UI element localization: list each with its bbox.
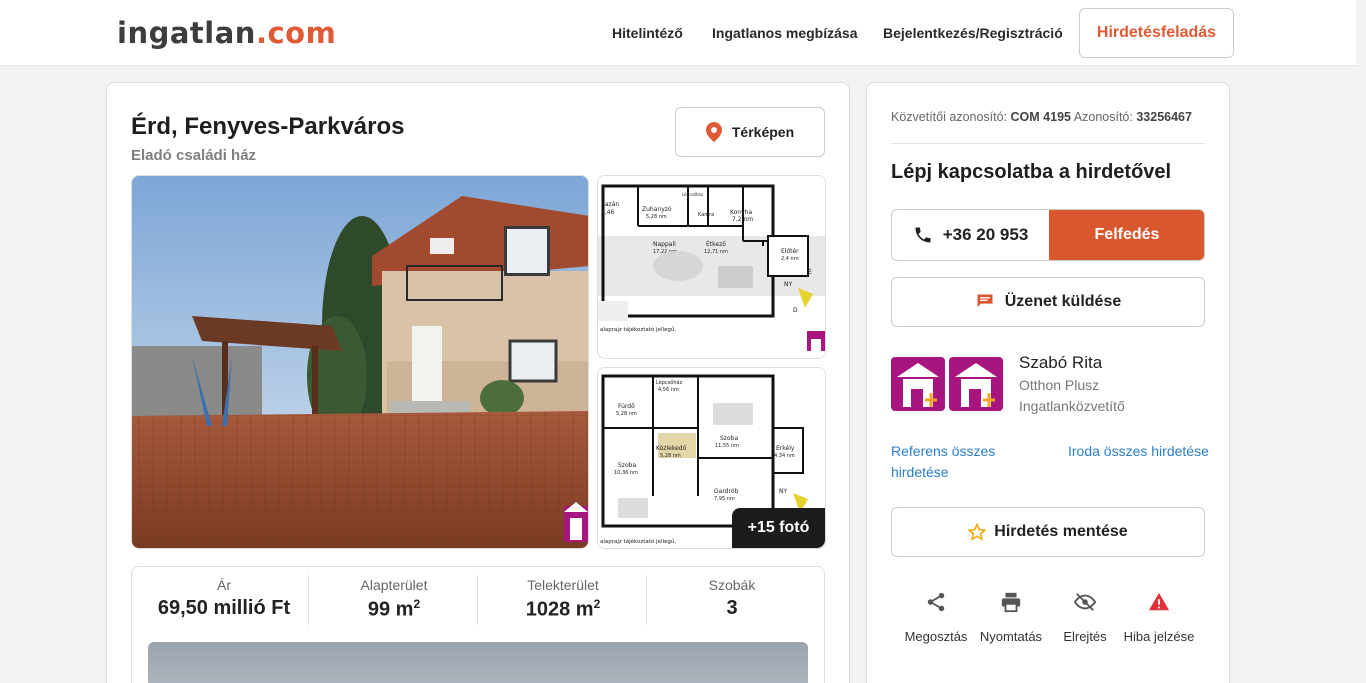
svg-text:Zuhanyzó: Zuhanyzó xyxy=(642,206,672,213)
phone-icon xyxy=(915,227,931,243)
hide-label: Elrejtés xyxy=(1063,629,1107,644)
contact-title: Lépj kapcsolatba a hirdetővel xyxy=(891,161,1172,183)
floorplan-photo-1[interactable]: Kazán 4,46 Zuhanyzó 5,28 nm Kamra Konyha… xyxy=(597,175,826,359)
hide-action[interactable]: Elrejtés xyxy=(1046,587,1124,647)
stat-label: Ár xyxy=(217,577,231,593)
stat-rooms: Szobák 3 xyxy=(647,577,817,620)
svg-text:D: D xyxy=(793,307,798,314)
svg-text:4,34 nm: 4,34 nm xyxy=(774,453,795,459)
stat-value: 69,50 millió Ft xyxy=(157,597,291,619)
svg-text:NY: NY xyxy=(779,488,787,495)
svg-text:7,95 nm: 7,95 nm xyxy=(714,496,735,502)
reveal-phone-button[interactable]: Felfedés xyxy=(1049,210,1204,260)
svg-text:10,36 nm: 10,36 nm xyxy=(614,470,638,476)
listing-subtitle: Eladó családi ház xyxy=(131,147,257,164)
office-all-ads-link[interactable]: Iroda összes hirdetése xyxy=(1068,441,1209,462)
map-preview[interactable] xyxy=(148,642,808,683)
share-label: Megosztás xyxy=(904,629,968,644)
warning-icon xyxy=(1148,592,1170,611)
nav-login-register[interactable]: Bejelentkezés/Regisztráció xyxy=(883,25,1063,41)
more-photos-button[interactable]: +15 fotó xyxy=(732,508,825,548)
svg-text:4,56 nm: 4,56 nm xyxy=(658,387,679,393)
svg-text:alaprajz tájékoztató jellegű.: alaprajz tájékoztató jellegű. xyxy=(600,538,676,545)
print-icon xyxy=(1001,592,1021,613)
stat-value: 3 xyxy=(726,597,738,619)
svg-text:alaprajz tájékoztató jellegű.: alaprajz tájékoztató jellegű. xyxy=(600,326,676,333)
svg-text:12,71 nm: 12,71 nm xyxy=(704,249,728,255)
svg-text:Gardrób: Gardrób xyxy=(714,488,739,495)
share-icon xyxy=(927,592,945,612)
svg-text:5,28 nm: 5,28 nm xyxy=(660,453,681,459)
svg-text:Fürdő: Fürdő xyxy=(618,403,635,410)
stat-value: 99 m2 xyxy=(367,597,421,621)
star-icon xyxy=(968,523,987,541)
svg-text:Szoba: Szoba xyxy=(618,462,636,469)
map-button-label: Térképen xyxy=(731,124,795,140)
stat-price: Ár 69,50 millió Ft xyxy=(139,577,309,620)
main-photo[interactable] xyxy=(131,175,589,549)
svg-text:Erkély: Erkély xyxy=(776,445,795,452)
contact-card: Közvetítői azonosító: COM 4195 Azonosító… xyxy=(866,82,1230,683)
svg-text:Szoba: Szoba xyxy=(720,435,738,442)
floorplan-photo-2[interactable]: Lépcsőház 4,56 nm Fürdő 5,28 nm Szoba 11… xyxy=(597,367,826,549)
stat-label: Szobák xyxy=(708,577,756,593)
svg-text:Kazán: Kazán xyxy=(601,201,619,208)
report-action[interactable]: Hiba jelzése xyxy=(1120,587,1198,647)
stat-value: 1028 m2 xyxy=(525,597,601,621)
svg-text:Előtér: Előtér xyxy=(781,248,799,255)
stat-label: Alapterület xyxy=(360,577,428,593)
office-logo[interactable] xyxy=(949,357,1003,411)
report-label: Hiba jelzése xyxy=(1123,629,1195,644)
eye-off-icon xyxy=(1073,593,1097,611)
share-action[interactable]: Megosztás xyxy=(897,587,975,647)
print-label: Nyomtatás xyxy=(979,629,1043,644)
svg-text:Konyha: Konyha xyxy=(730,209,752,216)
svg-text:Kamra: Kamra xyxy=(698,212,714,218)
stat-label: Telekterület xyxy=(527,577,599,593)
agent-logo[interactable] xyxy=(891,357,945,411)
key-facts: Ár 69,50 millió Ft Alapterület 99 m2 Tel… xyxy=(131,566,825,683)
chat-icon xyxy=(977,294,993,307)
listing-title: Érd, Fenyves-Parkváros xyxy=(131,113,405,140)
svg-text:4,46: 4,46 xyxy=(601,209,615,216)
svg-text:5,28 nm: 5,28 nm xyxy=(646,214,667,220)
save-ad-button[interactable]: Hirdetés mentése xyxy=(891,507,1205,557)
agent-all-ads-link[interactable]: Referens összes hirdetése xyxy=(891,441,1031,483)
svg-text:Lépcsőház: Lépcsőház xyxy=(682,192,703,197)
post-ad-button[interactable]: Hirdetésfeladás xyxy=(1079,8,1234,58)
listing-ids: Közvetítői azonosító: COM 4195 Azonosító… xyxy=(891,110,1192,124)
svg-text:Közlekedő: Közlekedő xyxy=(656,445,687,452)
nav-agent-commission[interactable]: Ingatlanos megbízása xyxy=(712,25,857,41)
site-logo[interactable]: ingatlan.com xyxy=(117,16,336,50)
svg-text:5,28 nm: 5,28 nm xyxy=(616,411,637,417)
svg-text:11,55 nm: 11,55 nm xyxy=(715,443,739,449)
phone-box: +36 20 953 Felfedés xyxy=(891,209,1205,261)
stat-plot-area: Telekterület 1028 m2 xyxy=(478,577,648,622)
svg-text:Nappali: Nappali xyxy=(653,241,676,248)
location-pin-icon xyxy=(705,122,722,142)
map-button[interactable]: Térképen xyxy=(675,107,825,157)
svg-text:Lépcsőház: Lépcsőház xyxy=(656,379,683,386)
svg-text:Étkező: Étkező xyxy=(706,240,726,248)
svg-text:NY: NY xyxy=(784,281,792,288)
agent-role: Ingatlanközvetítő xyxy=(1019,398,1125,414)
svg-text:É: É xyxy=(808,268,812,276)
divider xyxy=(891,143,1205,144)
stat-floor-area: Alapterület 99 m2 xyxy=(309,577,479,622)
agent-company: Otthon Plusz xyxy=(1019,377,1100,393)
site-header: ingatlan.com Hitelintéző Ingatlanos megb… xyxy=(0,0,1356,66)
svg-text:2,4 nm: 2,4 nm xyxy=(781,256,799,262)
page-scrollbar[interactable] xyxy=(1356,0,1366,683)
print-action[interactable]: Nyomtatás xyxy=(972,587,1050,647)
send-message-button[interactable]: Üzenet küldése xyxy=(891,277,1205,327)
svg-text:7,2 nm: 7,2 nm xyxy=(732,216,753,223)
agent-name: Szabó Rita xyxy=(1019,353,1103,372)
phone-number[interactable]: +36 20 953 xyxy=(892,210,1049,260)
nav-loan-broker[interactable]: Hitelintéző xyxy=(612,25,683,41)
listing-card: Érd, Fenyves-Parkváros Eladó családi ház… xyxy=(106,82,850,683)
